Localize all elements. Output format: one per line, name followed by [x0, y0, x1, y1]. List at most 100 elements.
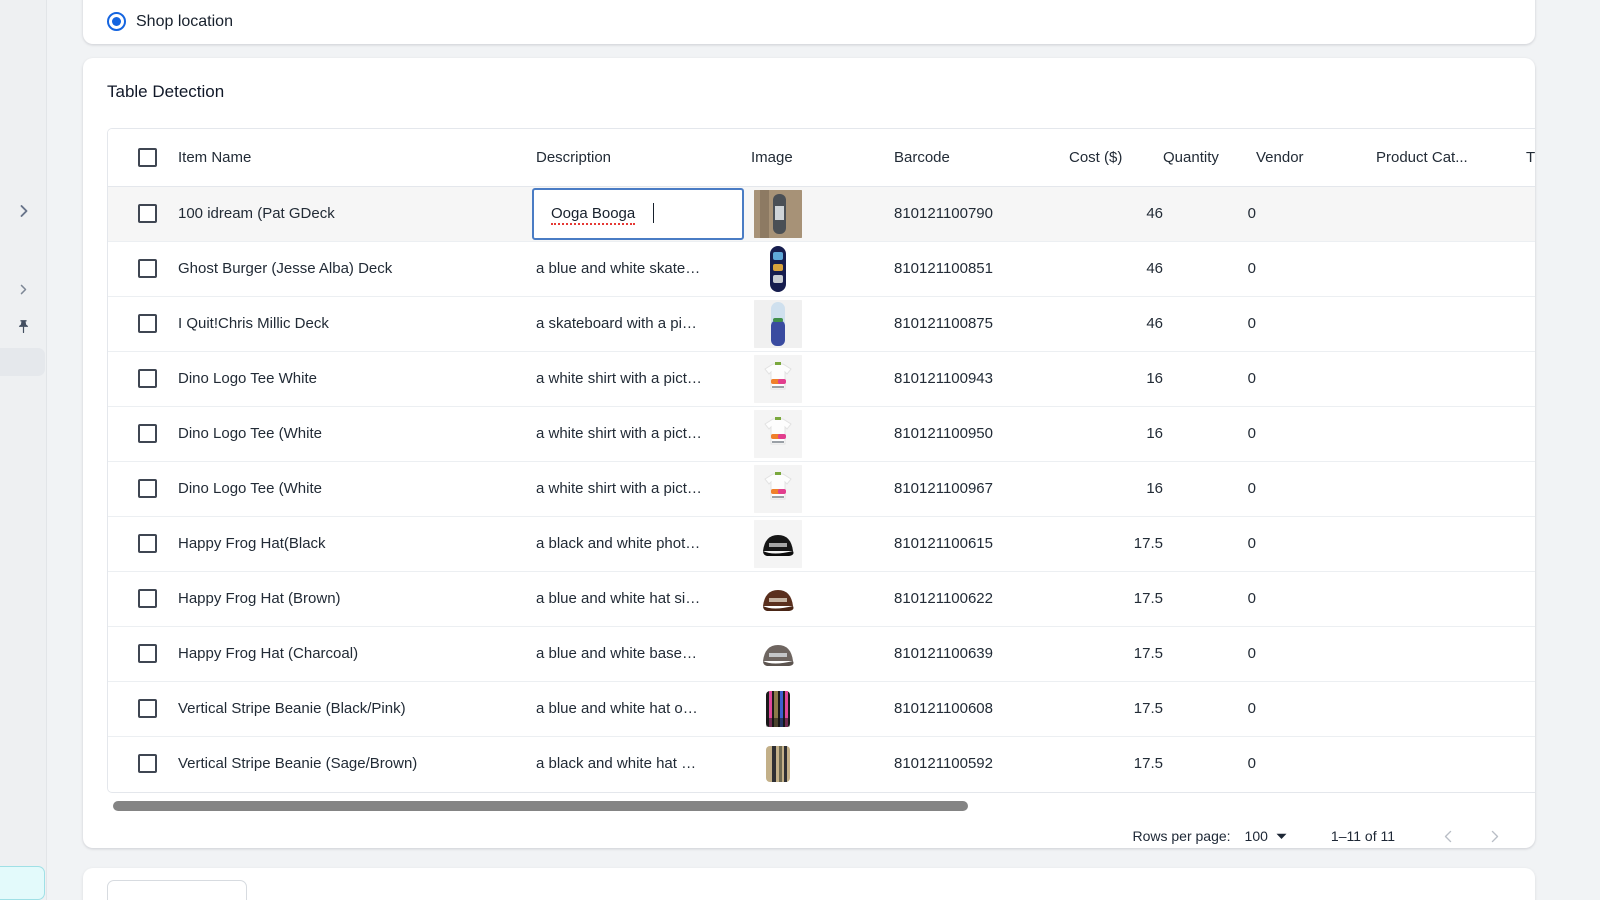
column-header-cost[interactable]: Cost ($)	[1069, 129, 1163, 186]
cell-product-category[interactable]	[1376, 186, 1526, 241]
cell-cost[interactable]: 17.5	[1069, 736, 1163, 791]
cell-quantity[interactable]: 0	[1163, 681, 1256, 736]
select-all-checkbox[interactable]	[138, 148, 157, 167]
pin-panel-button[interactable]	[0, 318, 47, 335]
cell-cost[interactable]: 46	[1069, 296, 1163, 351]
column-header-extra[interactable]: T	[1526, 129, 1535, 186]
cell-product-category[interactable]	[1376, 241, 1526, 296]
row-select-cell[interactable]	[108, 461, 178, 516]
cell-vendor[interactable]	[1256, 296, 1376, 351]
table-row[interactable]: Dino Logo Tee Whitea white shirt with a …	[108, 351, 1535, 406]
cell-item-name[interactable]: I Quit!Chris Millic Deck	[178, 296, 536, 351]
cell-quantity[interactable]: 0	[1163, 736, 1256, 791]
cell-extra[interactable]	[1526, 186, 1535, 241]
cell-item-name[interactable]: Dino Logo Tee White	[178, 351, 536, 406]
row-checkbox[interactable]	[138, 644, 157, 663]
cell-description[interactable]: a blue and white hat o…	[536, 681, 751, 736]
cell-description[interactable]: a white shirt with a pict…	[536, 461, 751, 516]
cell-extra[interactable]	[1526, 241, 1535, 296]
cell-product-category[interactable]	[1376, 296, 1526, 351]
cell-barcode[interactable]: 810121100608	[894, 681, 1069, 736]
cell-extra[interactable]	[1526, 571, 1535, 626]
cell-item-name[interactable]: Happy Frog Hat (Brown)	[178, 571, 536, 626]
cell-product-category[interactable]	[1376, 626, 1526, 681]
cell-vendor[interactable]	[1256, 681, 1376, 736]
table-row[interactable]: Dino Logo Tee (Whitea white shirt with a…	[108, 461, 1535, 516]
cell-quantity[interactable]: 0	[1163, 571, 1256, 626]
cell-image[interactable]	[751, 241, 894, 296]
cell-item-name[interactable]: Happy Frog Hat (Charcoal)	[178, 626, 536, 681]
rail-active-item[interactable]	[0, 348, 45, 376]
radio-selected-icon[interactable]	[107, 12, 126, 31]
cell-quantity[interactable]: 0	[1163, 296, 1256, 351]
cell-quantity[interactable]: 0	[1163, 241, 1256, 296]
row-select-cell[interactable]	[108, 241, 178, 296]
cell-barcode[interactable]: 810121100790	[894, 186, 1069, 241]
row-select-cell[interactable]	[108, 516, 178, 571]
description-edit-wrapper[interactable]: Ooga Booga	[536, 188, 751, 240]
radio-option-shop-location[interactable]: Shop location	[107, 12, 233, 31]
table-row[interactable]: I Quit!Chris Millic Decka skateboard wit…	[108, 296, 1535, 351]
column-header-item-name[interactable]: Item Name	[178, 129, 536, 186]
cell-extra[interactable]	[1526, 461, 1535, 516]
cell-barcode[interactable]: 810121100875	[894, 296, 1069, 351]
cell-extra[interactable]	[1526, 406, 1535, 461]
cell-quantity[interactable]: 0	[1163, 186, 1256, 241]
cell-quantity[interactable]: 0	[1163, 351, 1256, 406]
cell-product-category[interactable]	[1376, 516, 1526, 571]
cell-extra[interactable]	[1526, 626, 1535, 681]
pagination-next-button[interactable]	[1477, 819, 1511, 848]
cell-item-name[interactable]: Vertical Stripe Beanie (Black/Pink)	[178, 681, 536, 736]
cell-barcode[interactable]: 810121100851	[894, 241, 1069, 296]
cell-item-name[interactable]: 100 idream (Pat GDeck	[178, 186, 536, 241]
cell-description[interactable]: a black and white hat …	[536, 736, 751, 791]
row-checkbox[interactable]	[138, 479, 157, 498]
cell-vendor[interactable]	[1256, 736, 1376, 791]
cell-image[interactable]	[751, 626, 894, 681]
next-section-placeholder[interactable]	[107, 880, 247, 900]
cell-cost[interactable]: 16	[1069, 461, 1163, 516]
cell-cost[interactable]: 46	[1069, 241, 1163, 296]
table-row[interactable]: Vertical Stripe Beanie (Black/Pink)a blu…	[108, 681, 1535, 736]
cell-vendor[interactable]	[1256, 241, 1376, 296]
cell-image[interactable]	[751, 186, 894, 241]
row-checkbox[interactable]	[138, 699, 157, 718]
row-select-cell[interactable]	[108, 681, 178, 736]
row-select-cell[interactable]	[108, 736, 178, 791]
row-select-cell[interactable]	[108, 351, 178, 406]
cell-barcode[interactable]: 810121100950	[894, 406, 1069, 461]
cell-cost[interactable]: 16	[1069, 351, 1163, 406]
cell-barcode[interactable]: 810121100622	[894, 571, 1069, 626]
cell-cost[interactable]: 17.5	[1069, 626, 1163, 681]
row-checkbox[interactable]	[138, 369, 157, 388]
rows-per-page-select[interactable]: 100	[1245, 828, 1287, 844]
table-row[interactable]: 100 idream (Pat GDeckOoga Booga 810121100…	[108, 186, 1535, 241]
cell-product-category[interactable]	[1376, 406, 1526, 461]
cell-description[interactable]: a blue and white base…	[536, 626, 751, 681]
row-checkbox[interactable]	[138, 589, 157, 608]
cell-quantity[interactable]: 0	[1163, 406, 1256, 461]
description-input[interactable]	[532, 188, 744, 240]
cell-cost[interactable]: 17.5	[1069, 681, 1163, 736]
row-select-cell[interactable]	[108, 571, 178, 626]
cell-cost[interactable]: 16	[1069, 406, 1163, 461]
cell-description[interactable]: a blue and white skate…	[536, 241, 751, 296]
cell-image[interactable]	[751, 296, 894, 351]
select-all-header[interactable]	[108, 129, 178, 186]
cell-extra[interactable]	[1526, 681, 1535, 736]
cell-item-name[interactable]: Vertical Stripe Beanie (Sage/Brown)	[178, 736, 536, 791]
rail-bottom-item[interactable]	[0, 866, 45, 900]
cell-product-category[interactable]	[1376, 681, 1526, 736]
table-row[interactable]: Ghost Burger (Jesse Alba) Decka blue and…	[108, 241, 1535, 296]
table-row[interactable]: Dino Logo Tee (Whitea white shirt with a…	[108, 406, 1535, 461]
cell-product-category[interactable]	[1376, 351, 1526, 406]
cell-vendor[interactable]	[1256, 351, 1376, 406]
cell-vendor[interactable]	[1256, 571, 1376, 626]
cell-extra[interactable]	[1526, 516, 1535, 571]
column-header-barcode[interactable]: Barcode	[894, 129, 1069, 186]
rail-expand-chevron-2[interactable]	[0, 283, 47, 296]
row-checkbox[interactable]	[138, 314, 157, 333]
cell-quantity[interactable]: 0	[1163, 516, 1256, 571]
row-checkbox[interactable]	[138, 534, 157, 553]
column-header-image[interactable]: Image	[751, 129, 894, 186]
